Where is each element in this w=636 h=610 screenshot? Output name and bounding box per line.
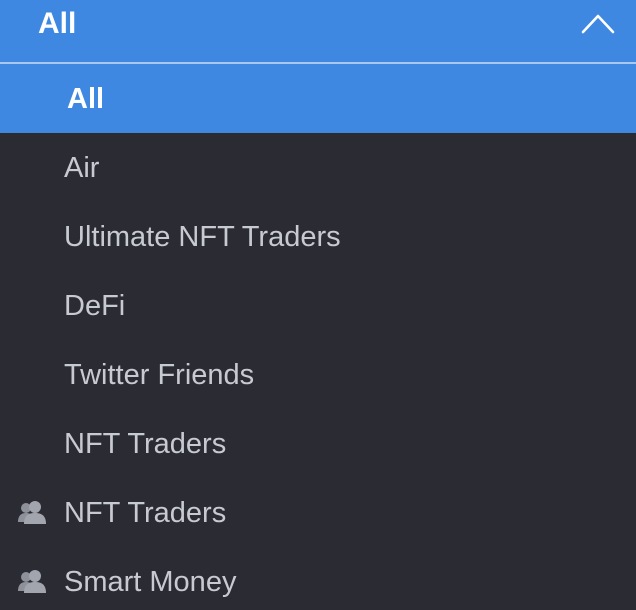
group-icon bbox=[18, 500, 46, 524]
option-label: DeFi bbox=[64, 289, 126, 322]
option-label: Smart Money bbox=[64, 565, 237, 598]
option-label: Twitter Friends bbox=[64, 358, 255, 391]
group-icon bbox=[18, 569, 46, 593]
selected-value-label: All bbox=[38, 7, 77, 40]
chevron-up-icon[interactable] bbox=[580, 10, 616, 36]
dropdown-options: All Air Ultimate NFT Traders DeFi Twitte… bbox=[0, 64, 636, 610]
option-smart-money[interactable]: Smart Money bbox=[0, 547, 636, 610]
option-label: NFT Traders bbox=[64, 427, 227, 460]
option-nft-traders-group[interactable]: NFT Traders bbox=[0, 478, 636, 547]
option-label: All bbox=[67, 82, 105, 115]
list-filter-dropdown: All All Air Ultimate NFT Traders DeFi Tw… bbox=[0, 0, 636, 610]
option-label: Air bbox=[64, 151, 100, 184]
option-label: Ultimate NFT Traders bbox=[64, 220, 341, 253]
option-label: NFT Traders bbox=[64, 496, 227, 529]
dropdown-toggle[interactable]: All bbox=[0, 0, 636, 64]
option-ultimate-nft-traders[interactable]: Ultimate NFT Traders bbox=[0, 202, 636, 271]
option-defi[interactable]: DeFi bbox=[0, 271, 636, 340]
option-twitter-friends[interactable]: Twitter Friends bbox=[0, 340, 636, 409]
option-nft-traders[interactable]: NFT Traders bbox=[0, 409, 636, 478]
option-air[interactable]: Air bbox=[0, 133, 636, 202]
option-all[interactable]: All bbox=[0, 64, 636, 133]
